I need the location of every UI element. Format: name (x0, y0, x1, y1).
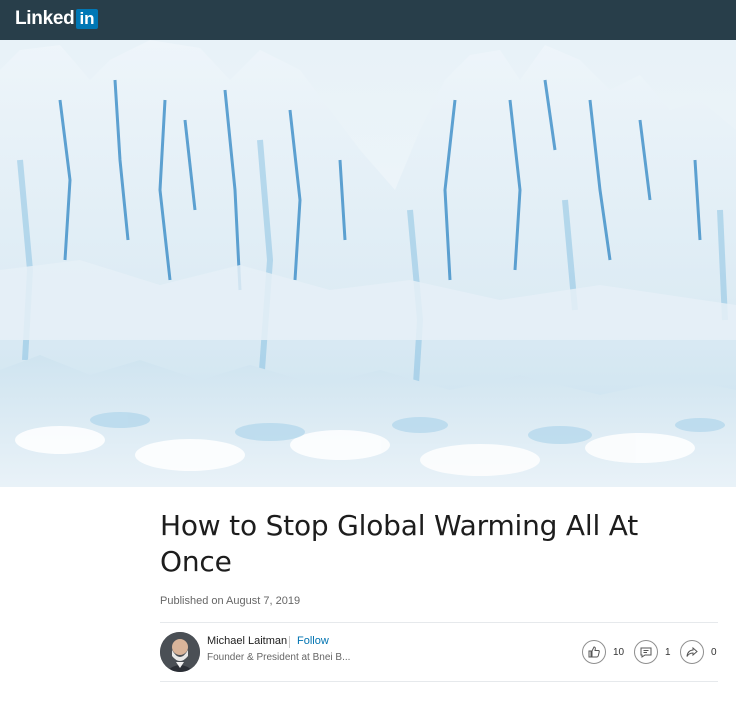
logo-wordmark: Linked (15, 8, 75, 29)
like-count: 10 (613, 646, 625, 658)
divider (160, 681, 718, 682)
linkedin-logo[interactable]: Linked in (15, 8, 98, 30)
thumbs-up-icon (588, 646, 600, 658)
like-control: 10 (582, 640, 624, 664)
share-arrow-icon (686, 646, 698, 657)
author-photo (160, 632, 200, 672)
divider (160, 622, 718, 623)
comment-count: 1 (665, 646, 671, 658)
share-button[interactable] (680, 640, 704, 664)
like-button[interactable] (582, 640, 606, 664)
glacier-image (0, 40, 736, 487)
follow-button[interactable]: Follow (297, 635, 329, 647)
share-control: 0 (680, 640, 717, 664)
comment-control: 1 (634, 640, 671, 664)
top-navigation-bar: Linked in (0, 0, 736, 40)
published-date: Published on August 7, 2019 (160, 595, 301, 607)
comment-icon (640, 647, 652, 658)
divider (289, 636, 290, 648)
logo-in-badge: in (76, 9, 98, 29)
article-title: How to Stop Global Warming All At Once (160, 509, 638, 578)
author-headline: Founder & President at Bnei B... (207, 652, 351, 663)
author-avatar[interactable] (160, 632, 200, 672)
comment-button[interactable] (634, 640, 658, 664)
author-name[interactable]: Michael Laitman (207, 635, 287, 647)
share-count: 0 (711, 646, 717, 658)
article-cover-image (0, 40, 736, 487)
